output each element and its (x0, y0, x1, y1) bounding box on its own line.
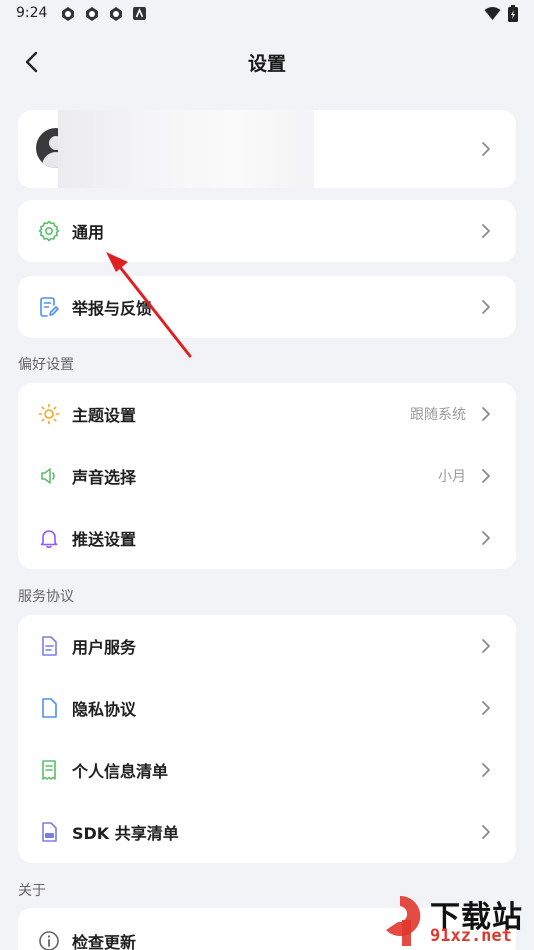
settings-item-push[interactable]: 推送设置 (18, 507, 516, 569)
settings-item-label: 个人信息清单 (72, 762, 169, 781)
speaker-icon (41, 468, 55, 484)
settings-item-label: 用户服务 (72, 638, 137, 657)
app-notification-icon (133, 7, 146, 20)
battery-icon (508, 5, 518, 22)
chevron-right-icon (482, 407, 490, 421)
settings-item-user-service[interactable]: 用户服务 (18, 615, 516, 677)
status-bar: 9:24 (0, 0, 534, 28)
notification-icon (110, 7, 122, 21)
settings-item-personal-info[interactable]: 个人信息清单 (18, 739, 516, 801)
theme-value: 跟随系统 (410, 407, 466, 423)
profile-card[interactable] (18, 110, 516, 188)
agreements-card: 用户服务 隐私协议 个人信息清单 SDK 共享清单 (18, 615, 516, 863)
settings-item-label: 主题设置 (72, 406, 137, 425)
sdk-document-icon (42, 822, 57, 842)
page-title: 设置 (247, 53, 286, 75)
settings-item-theme[interactable]: 主题设置 跟随系统 (18, 383, 516, 445)
receipt-list-icon (42, 760, 56, 780)
settings-item-label: 检查更新 (72, 933, 137, 950)
blurred-username (58, 110, 314, 188)
bell-icon (40, 530, 58, 549)
chevron-right-icon (482, 469, 490, 483)
report-card: 举报与反馈 (18, 276, 516, 338)
watermark-url: 91xz.net (430, 926, 512, 946)
notification-icon (86, 7, 98, 21)
chevron-right-icon (482, 701, 490, 715)
section-title-agreements: 服务协议 (18, 589, 74, 605)
settings-item-label: 通用 (72, 223, 105, 242)
settings-item-general[interactable]: 通用 (18, 200, 516, 262)
settings-item-label: 推送设置 (72, 530, 137, 549)
chevron-right-icon (482, 763, 490, 777)
wifi-icon (484, 7, 501, 20)
settings-item-sdk[interactable]: SDK 共享清单 (18, 801, 516, 863)
chevron-right-icon (482, 825, 490, 839)
chevron-right-icon (482, 531, 490, 545)
gear-icon (38, 220, 60, 242)
settings-item-label: SDK 共享清单 (72, 824, 179, 843)
watermark: 下载站 91xz.net (368, 888, 534, 950)
settings-item-label: 声音选择 (72, 468, 137, 487)
info-icon (39, 931, 59, 950)
chevron-right-icon (482, 224, 490, 238)
preferences-card: 主题设置 跟随系统 声音选择 小月 推送设置 (18, 383, 516, 569)
section-title-preferences: 偏好设置 (18, 357, 74, 373)
annotation-arrow (106, 252, 192, 358)
feedback-document-icon (40, 297, 59, 317)
notification-icon (62, 7, 74, 21)
watermark-logo (386, 895, 421, 946)
chevron-right-icon (482, 142, 490, 156)
settings-item-sound[interactable]: 声音选择 小月 (18, 445, 516, 507)
settings-item-privacy[interactable]: 隐私协议 (18, 677, 516, 739)
settings-item-report[interactable]: 举报与反馈 (18, 276, 516, 338)
general-card: 通用 (18, 200, 516, 262)
title-bar: 设置 (0, 36, 534, 88)
document-icon (42, 636, 57, 656)
sun-icon (38, 403, 60, 425)
status-time: 9:24 (16, 5, 48, 21)
chevron-right-icon (482, 300, 490, 314)
chevron-right-icon (482, 639, 490, 653)
section-title-about: 关于 (18, 883, 46, 899)
sound-value: 小月 (438, 469, 466, 485)
settings-item-label: 隐私协议 (72, 700, 137, 719)
page-icon (42, 698, 57, 718)
